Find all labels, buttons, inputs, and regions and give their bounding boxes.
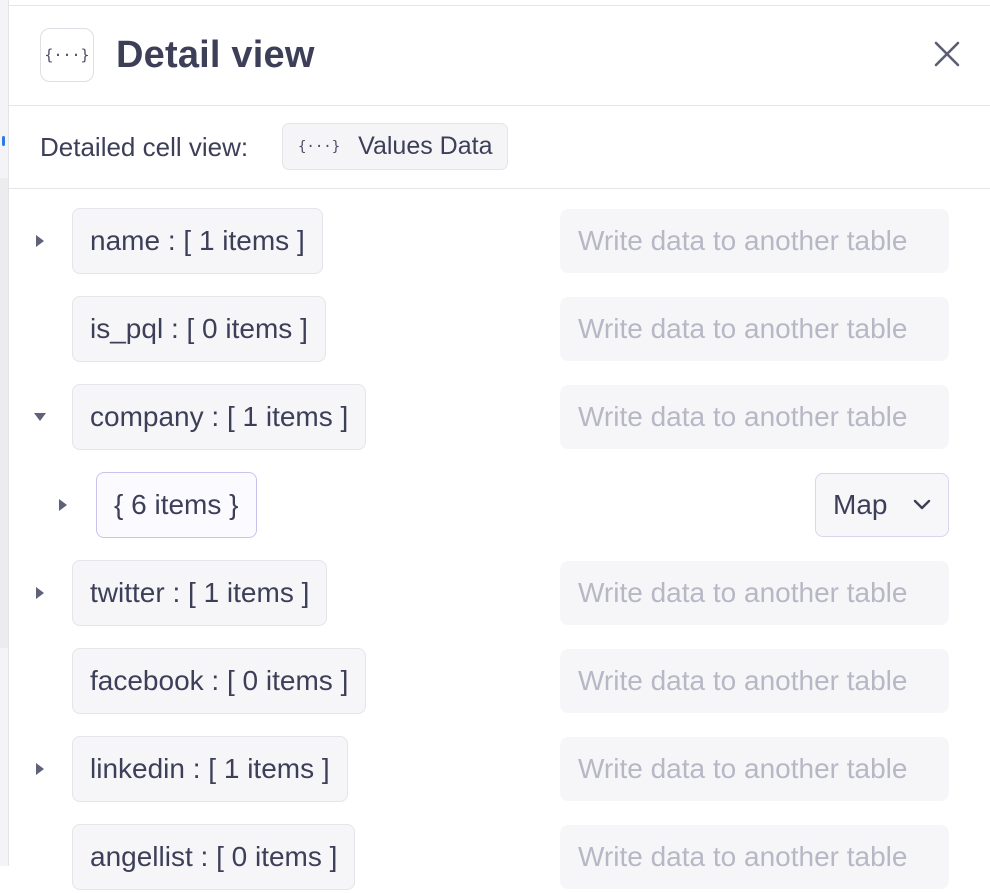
close-button[interactable]	[929, 36, 965, 72]
field-row-facebook: facebook : [ 0 items ]	[9, 629, 990, 717]
map-dropdown-label: Map	[833, 489, 888, 520]
field-chip-angellist[interactable]: angellist : [ 0 items ]	[72, 824, 356, 890]
field-chip-is-pql[interactable]: is_pql : [ 0 items ]	[72, 296, 326, 362]
detail-view-panel: {···} Detail view Detailed cell view: {·…	[9, 5, 990, 890]
write-data-input[interactable]	[560, 825, 949, 889]
expand-caret[interactable]	[30, 759, 50, 779]
field-row-linkedin: linkedin : [ 1 items ]	[9, 717, 990, 805]
field-row-company-object: { 6 items } Map	[9, 453, 990, 541]
field-chip-name[interactable]: name : [ 1 items ]	[72, 208, 323, 274]
field-row-twitter: twitter : [ 1 items ]	[9, 541, 990, 629]
braces-icon: {···}	[40, 28, 94, 82]
field-chip-linkedin[interactable]: linkedin : [ 1 items ]	[72, 736, 348, 802]
caret-right-icon	[36, 763, 44, 775]
write-data-input[interactable]	[560, 561, 949, 625]
caret-right-icon	[36, 235, 44, 247]
braces-icon: {···}	[298, 138, 341, 155]
write-data-input[interactable]	[560, 297, 949, 361]
map-dropdown[interactable]: Map	[815, 473, 949, 537]
panel-header: {···} Detail view	[9, 6, 990, 106]
field-row-angellist: angellist : [ 0 items ]	[9, 805, 990, 893]
caret-right-icon	[59, 499, 67, 511]
left-gutter	[0, 0, 9, 866]
field-chip-company-object[interactable]: { 6 items }	[96, 472, 257, 538]
expand-caret[interactable]	[53, 495, 73, 515]
write-data-input[interactable]	[560, 737, 949, 801]
values-data-label: Values Data	[358, 132, 493, 160]
selection-marker	[2, 136, 5, 146]
write-data-input[interactable]	[560, 649, 949, 713]
field-row-is-pql: is_pql : [ 0 items ]	[9, 277, 990, 365]
expand-caret[interactable]	[30, 231, 50, 251]
write-data-input[interactable]	[560, 209, 949, 273]
page-title: Detail view	[116, 34, 315, 76]
values-data-chip[interactable]: {···} Values Data	[282, 123, 508, 170]
chevron-down-icon	[913, 499, 931, 510]
field-chip-twitter[interactable]: twitter : [ 1 items ]	[72, 560, 328, 626]
left-gutter-strip	[0, 178, 8, 648]
detailed-cell-view-label: Detailed cell view:	[40, 132, 249, 162]
caret-right-icon	[36, 587, 44, 599]
field-row-company: company : [ 1 items ]	[9, 365, 990, 453]
field-row-name: name : [ 1 items ]	[9, 189, 990, 277]
field-chip-company[interactable]: company : [ 1 items ]	[72, 384, 367, 450]
expand-caret[interactable]	[30, 583, 50, 603]
close-icon	[934, 41, 960, 67]
write-data-input[interactable]	[560, 385, 949, 449]
caret-down-icon	[34, 413, 46, 421]
field-chip-facebook[interactable]: facebook : [ 0 items ]	[72, 648, 367, 714]
collapse-caret[interactable]	[30, 407, 50, 427]
detailed-cell-view-bar: Detailed cell view: {···} Values Data	[9, 106, 990, 189]
